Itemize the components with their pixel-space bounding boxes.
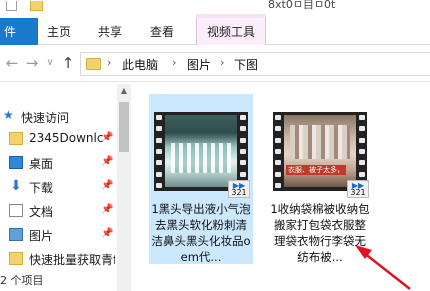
folder-icon: [9, 252, 23, 265]
sidebar-item-2345downloads[interactable]: 2345Downlc 📌: [0, 128, 118, 150]
sidebar-item-desktop[interactable]: 桌面 📌: [0, 152, 118, 174]
recent-locations-chevron-icon[interactable]: ∨: [42, 55, 58, 71]
tab-file[interactable]: 件: [0, 18, 38, 45]
file-list: ▶▶ 321 1黑头导出液小气泡去黑头软化粉刺清洁鼻头黑头化妆品oem代... 衣…: [131, 84, 430, 291]
window-title: 8xt0ㅁ目ㅁ0t: [268, 0, 336, 11]
pin-icon: 📌: [101, 204, 114, 215]
scroll-up-arrow-icon[interactable]: ▲: [117, 86, 131, 95]
folder-icon: [86, 58, 101, 70]
navigation-bar: ← → ∨ ↑ › 此电脑 › 图片 › 下图: [0, 46, 430, 82]
pin-icon: 📌: [101, 180, 114, 191]
pin-icon: 📌: [101, 228, 114, 239]
breadcrumb-current-folder[interactable]: 下图: [234, 56, 258, 73]
title-bar: 8xt0ㅁ目ㅁ0t: [0, 0, 430, 14]
sidebar-item-batch-folder[interactable]: 快速批量获取青f: [0, 248, 118, 270]
up-arrow-icon[interactable]: ↑: [60, 55, 76, 71]
sidebar-item-label: 快速访问: [21, 111, 70, 125]
breadcrumb-separator: ›: [107, 56, 112, 69]
breadcrumb-pictures[interactable]: 图片: [187, 56, 211, 73]
pin-icon: 📌: [101, 156, 114, 167]
breadcrumb-this-pc[interactable]: 此电脑: [122, 56, 158, 73]
sidebar-item-quick-access[interactable]: ★ 快速访问: [0, 106, 118, 128]
file-name: 1收纳袋棉被收纳包搬家打包袋衣服整理袋衣物行李袋无纺布被...: [270, 202, 370, 264]
media-player-badge-icon: ▶▶ 321: [347, 180, 369, 198]
tab-home[interactable]: 主页: [47, 18, 71, 45]
sidebar-item-documents[interactable]: 文档 📌: [0, 200, 118, 222]
star-icon: ★: [3, 108, 14, 122]
pictures-icon: [9, 228, 23, 241]
folder-icon: [9, 132, 23, 145]
forward-arrow-icon[interactable]: →: [24, 55, 40, 71]
tab-view[interactable]: 查看: [150, 18, 174, 45]
video-thumbnail: 衣服、被子太多， ▶▶ 321: [273, 112, 369, 198]
navigation-pane-scrollbar[interactable]: ▲: [117, 84, 131, 291]
ribbon-tabs: 件 主页 共享 查看 视频工具: [0, 14, 430, 45]
media-player-badge-icon: ▶▶ 321: [228, 180, 250, 198]
sidebar-item-label: 快速批量获取青f: [29, 253, 115, 267]
sidebar-item-downloads[interactable]: ⬇ 下载 📌: [0, 176, 118, 198]
navigation-pane: ★ 快速访问 2345Downlc 📌 桌面 📌 ⬇ 下载 📌 文档 📌 图片 …: [0, 82, 118, 291]
sidebar-item-pictures[interactable]: 图片 📌: [0, 224, 118, 246]
status-item-count: 2 个项目: [0, 274, 44, 287]
quick-access-new-folder-icon[interactable]: [30, 1, 43, 11]
tab-video-tools[interactable]: 视频工具: [196, 18, 266, 45]
thumbnail-caption: 衣服、被子太多，: [286, 165, 346, 175]
pin-icon: 📌: [101, 132, 114, 143]
breadcrumb-separator: ›: [172, 56, 177, 69]
quick-access-properties-icon[interactable]: [6, 1, 17, 11]
video-thumbnail: ▶▶ 321: [154, 112, 250, 198]
file-name: 1黑头导出液小气泡去黑头软化粉刺清洁鼻头黑头化妆品oem代...: [151, 202, 251, 264]
breadcrumb-separator: ›: [220, 56, 225, 69]
document-icon: [9, 204, 23, 217]
back-arrow-icon[interactable]: ←: [4, 55, 20, 71]
file-item-video-2[interactable]: 衣服、被子太多， ▶▶ 321 1收纳袋棉被收纳包搬家打包袋衣服整理袋衣物行李袋无…: [268, 94, 372, 264]
file-item-video-1[interactable]: ▶▶ 321 1黑头导出液小气泡去黑头软化粉刺清洁鼻头黑头化妆品oem代...: [149, 94, 253, 264]
desktop-icon: [9, 156, 23, 169]
scrollbar-thumb[interactable]: [119, 102, 129, 152]
download-icon: ⬇: [10, 178, 22, 194]
tab-share[interactable]: 共享: [98, 18, 122, 45]
address-bar[interactable]: › 此电脑 › 图片 › 下图: [80, 52, 430, 76]
